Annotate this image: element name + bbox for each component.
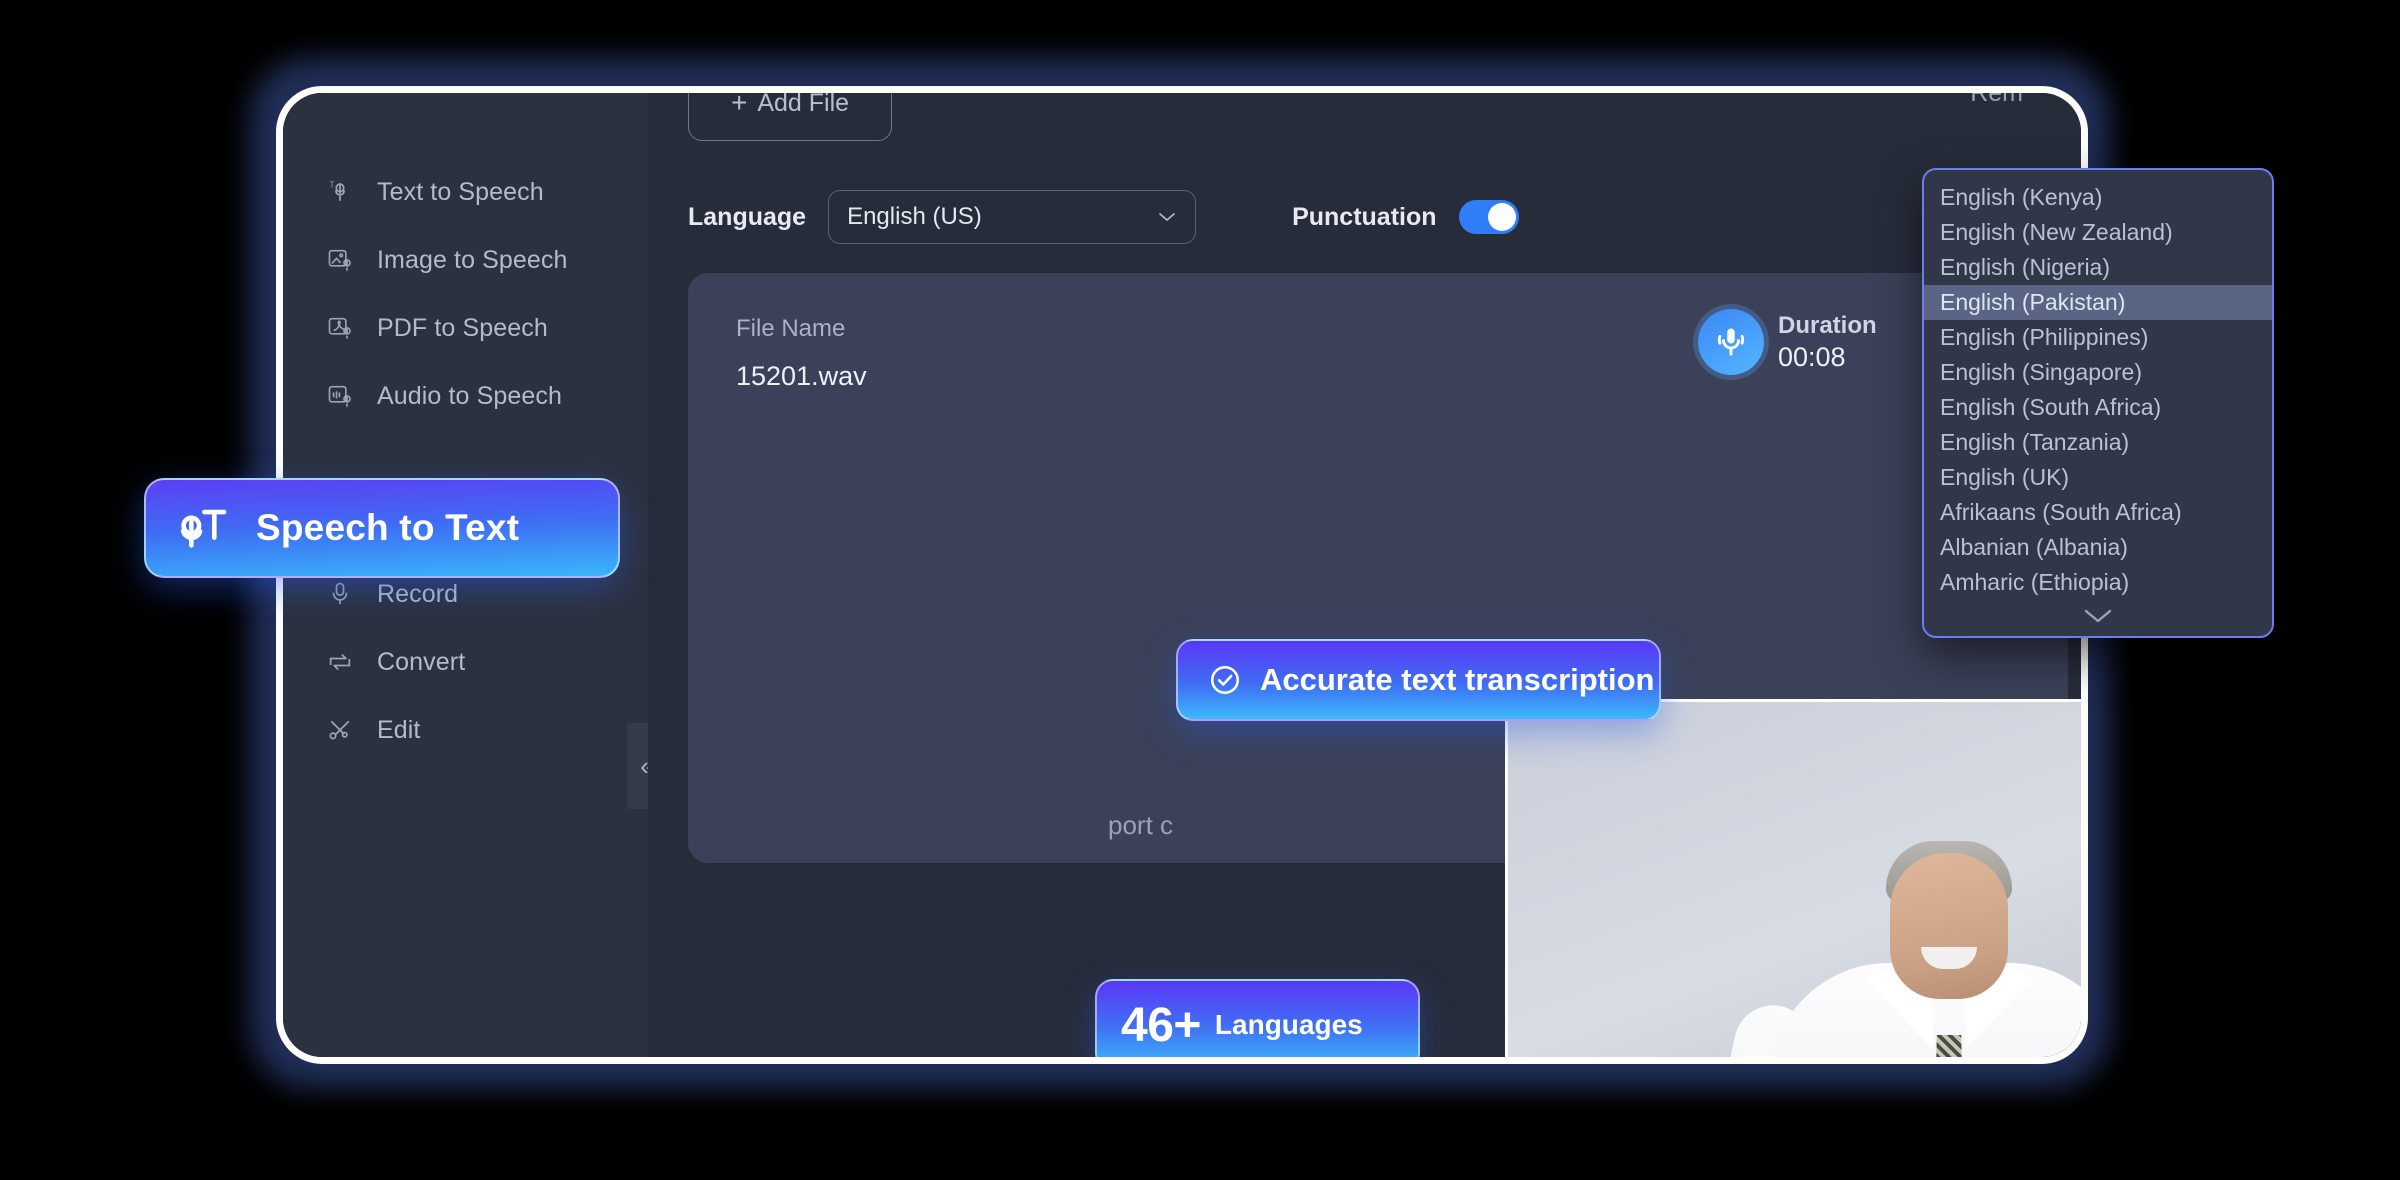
language-option[interactable]: Afrikaans (South Africa)	[1924, 495, 2272, 530]
language-option[interactable]: Albanian (Albania)	[1924, 530, 2272, 565]
language-option[interactable]: English (UK)	[1924, 460, 2272, 495]
file-name-value: 15201.wav	[736, 361, 867, 391]
languages-count: 46+	[1121, 998, 1201, 1052]
video-preview[interactable]: 2:40/3:08	[1505, 699, 2081, 1057]
language-option[interactable]: English (South Africa)	[1924, 390, 2272, 425]
sidebar-item-label: Edit	[377, 715, 421, 744]
sidebar-item-label: PDF to Speech	[377, 313, 548, 342]
punctuation-toggle[interactable]	[1458, 200, 1519, 234]
language-option-selected[interactable]: English (Pakistan)	[1924, 285, 2272, 320]
sidebar-item-text-to-speech[interactable]: T Text to Speech	[325, 169, 544, 215]
remove-button[interactable]: Rem	[1970, 93, 2023, 108]
options-row: Language English (US) Punctuation	[688, 189, 1519, 245]
screenshot-root: T Text to Speech Image to Speech PDF to …	[0, 0, 2400, 1180]
languages-count-callout: 46+ Languages	[1095, 979, 1420, 1057]
image-to-speech-icon	[325, 245, 355, 275]
sidebar-item-convert[interactable]: Convert	[325, 639, 465, 685]
sidebar-item-label: Record	[377, 579, 459, 608]
sidebar-item-image-to-speech[interactable]: Image to Speech	[325, 237, 568, 283]
chevron-down-icon	[1157, 207, 1177, 228]
sidebar-item-label: Image to Speech	[377, 245, 568, 274]
language-selected-value: English (US)	[847, 203, 982, 230]
accurate-transcription-callout: Accurate text transcription	[1176, 639, 1661, 721]
svg-text:T: T	[330, 180, 335, 189]
sidebar-item-label: Audio to Speech	[377, 381, 562, 410]
duration-label: Duration	[1778, 311, 1877, 339]
language-option[interactable]: English (Kenya)	[1924, 180, 2272, 215]
sidebar-item-label: Convert	[377, 647, 466, 676]
language-option[interactable]: English (Tanzania)	[1924, 425, 2272, 460]
toggle-knob	[1487, 203, 1516, 231]
pdf-to-speech-icon	[325, 313, 355, 343]
person-tie	[1932, 1035, 1966, 1057]
convert-icon	[325, 647, 355, 677]
add-file-label: Add File	[757, 93, 850, 117]
sidebar-item-edit[interactable]: Edit	[325, 707, 420, 753]
sidebar-item-label: Text to Speech	[377, 177, 544, 206]
sidebar-item-audio-to-speech[interactable]: Audio to Speech	[325, 373, 562, 419]
language-dropdown-menu[interactable]: English (Kenya) English (New Zealand) En…	[1922, 168, 2274, 638]
dropdown-scroll-down-icon[interactable]	[1924, 606, 2272, 628]
sidebar-item-pdf-to-speech[interactable]: PDF to Speech	[325, 305, 548, 351]
add-file-button[interactable]: + Add File	[688, 93, 892, 141]
check-circle-icon	[1208, 663, 1242, 697]
language-option[interactable]: English (Philippines)	[1924, 320, 2272, 355]
audio-to-speech-icon	[325, 381, 355, 411]
language-option[interactable]: English (Singapore)	[1924, 355, 2272, 390]
microphone-icon	[1698, 309, 1764, 375]
file-name-label: File Name	[736, 315, 846, 342]
sidebar-item-speech-to-text[interactable]: Speech to Text	[144, 478, 620, 578]
support-text: port c	[1108, 810, 1174, 840]
duration-block: Duration 00:08	[1698, 309, 1877, 375]
punctuation-label: Punctuation	[1292, 202, 1437, 231]
person-head	[1890, 853, 2008, 999]
record-icon	[325, 579, 355, 609]
speech-to-text-label: Speech to Text	[256, 507, 520, 548]
language-select[interactable]: English (US)	[828, 190, 1197, 244]
duration-value: 00:08	[1778, 341, 1846, 372]
text-to-speech-icon: T	[325, 177, 355, 207]
speech-to-text-icon	[172, 499, 230, 557]
language-option[interactable]: English (New Zealand)	[1924, 215, 2272, 250]
language-option[interactable]: English (Nigeria)	[1924, 250, 2272, 285]
edit-icon	[325, 715, 355, 745]
language-option[interactable]: Amharic (Ethiopia)	[1924, 565, 2272, 600]
languages-label: Languages	[1214, 1009, 1363, 1040]
plus-icon: +	[730, 93, 748, 118]
language-label: Language	[688, 202, 807, 231]
accurate-transcription-text: Accurate text transcription	[1260, 662, 1655, 697]
